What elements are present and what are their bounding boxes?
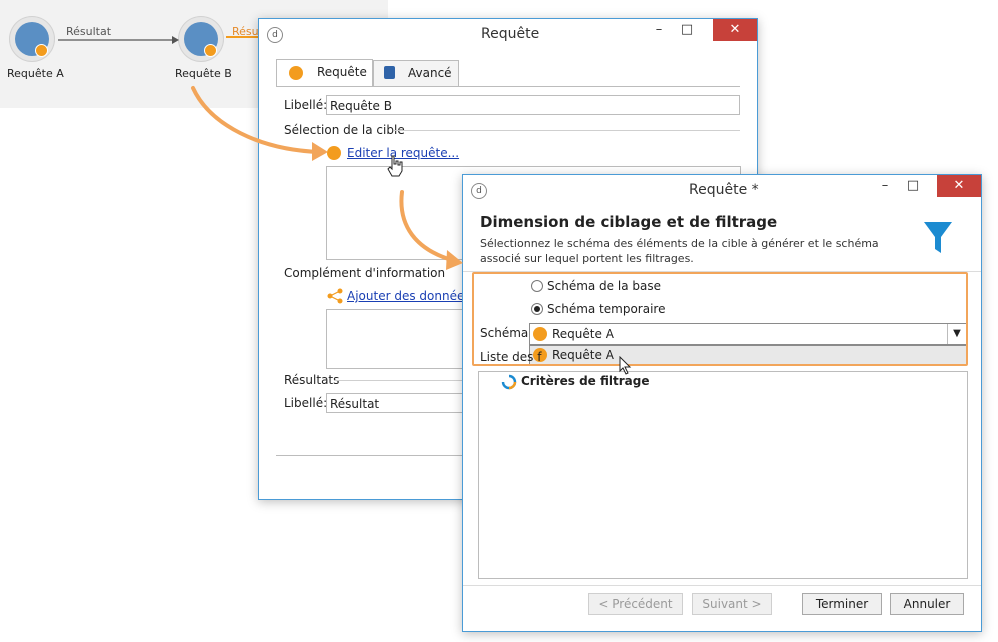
arrow-head-icon <box>312 142 328 161</box>
pointer-cursor-icon <box>619 356 632 375</box>
callout-arrow-1 <box>191 86 322 154</box>
callout-arrow-2 <box>399 190 457 263</box>
callout-arrows <box>191 86 463 270</box>
arrow-head-icon <box>446 250 463 270</box>
hand-cursor-icon <box>387 155 403 177</box>
